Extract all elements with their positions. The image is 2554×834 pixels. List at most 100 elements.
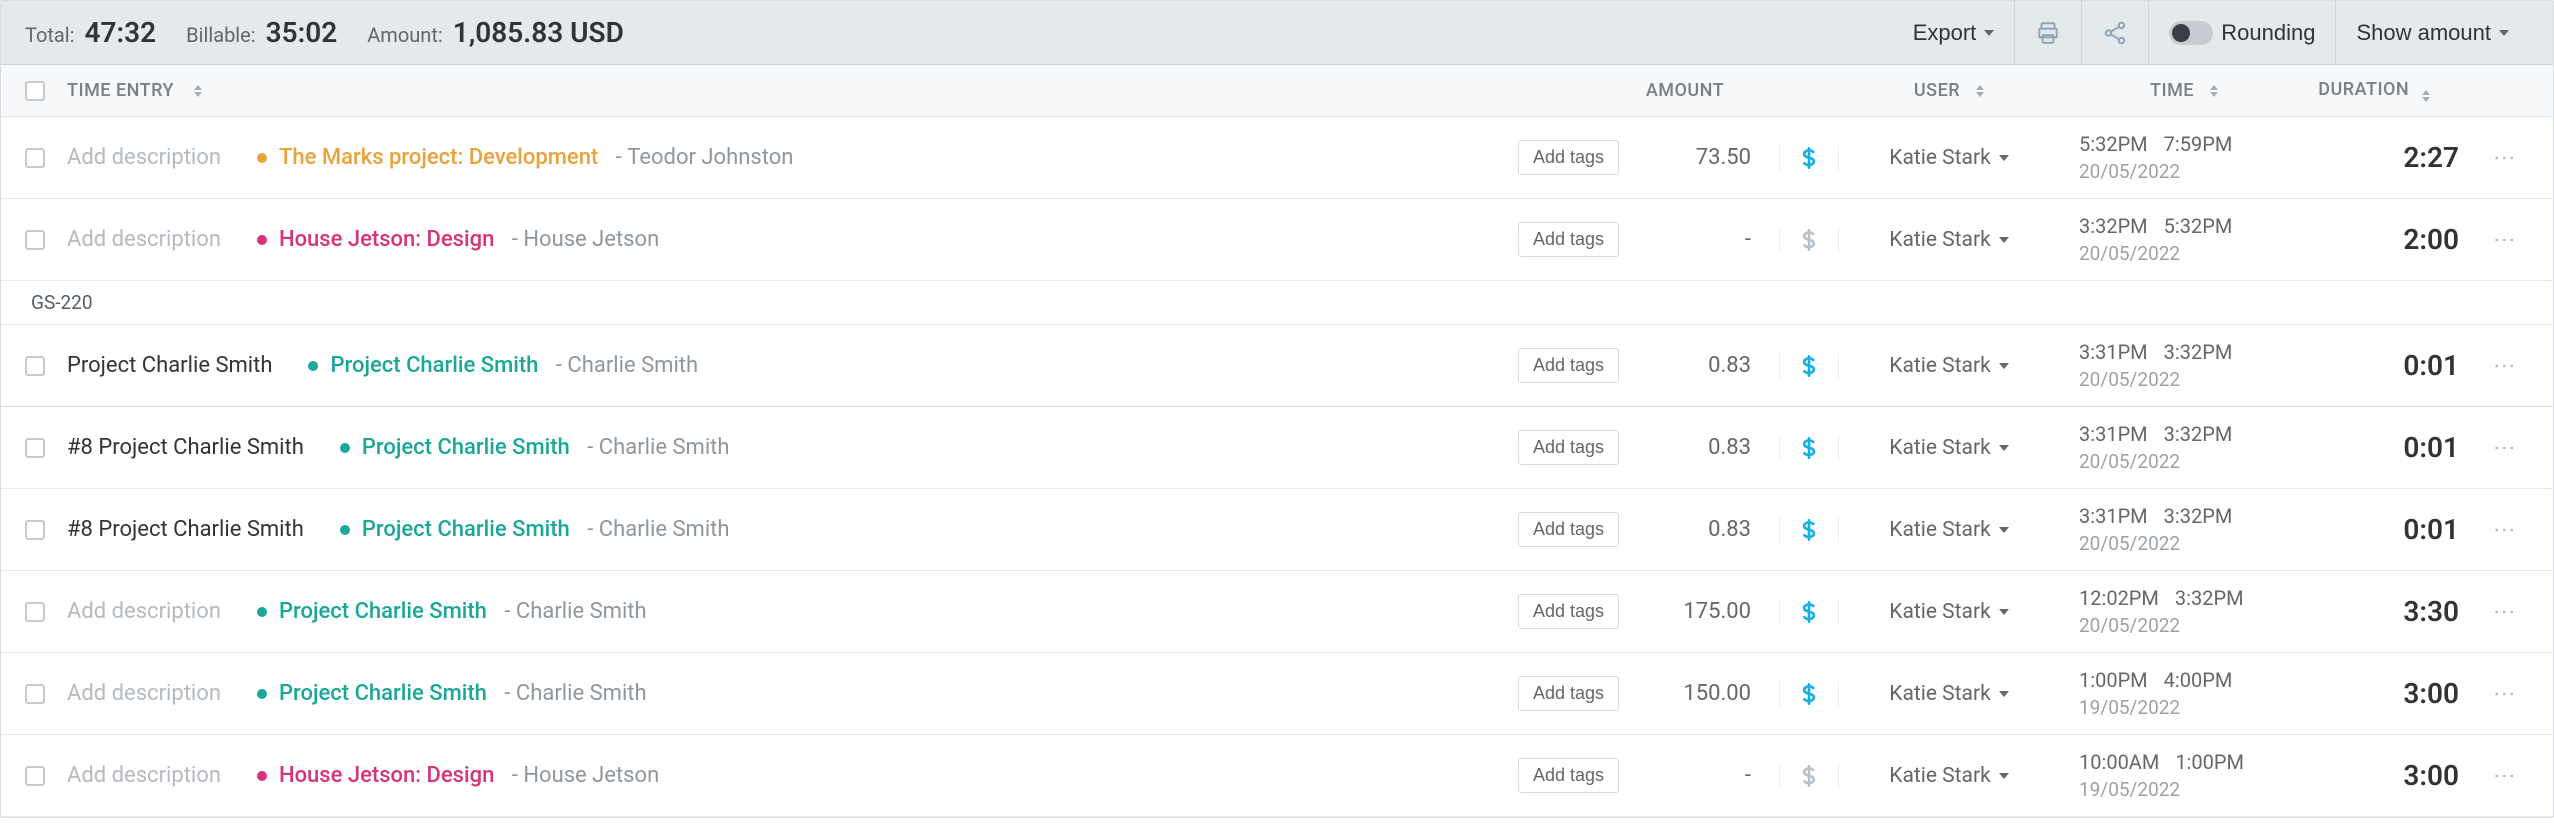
entry-description-placeholder[interactable]: Add description <box>67 145 221 170</box>
project-link[interactable]: The Marks project: Development <box>279 145 598 170</box>
header-time[interactable]: TIME <box>2150 80 2194 101</box>
start-time: 3:31PM <box>2079 340 2148 364</box>
billable-toggle[interactable] <box>1779 681 1839 707</box>
row-checkbox[interactable] <box>25 356 45 376</box>
select-all-checkbox[interactable] <box>25 81 45 101</box>
duration-value[interactable]: 3:00 <box>2403 759 2459 792</box>
rounding-toggle[interactable]: Rounding <box>2148 1 2335 65</box>
caret-down-icon <box>1999 445 2009 451</box>
row-checkbox[interactable] <box>25 766 45 786</box>
user-select[interactable]: Katie Stark <box>1839 228 2059 252</box>
row-checkbox[interactable] <box>25 602 45 622</box>
time-range[interactable]: 1:00PM 4:00PM <box>2079 668 2289 692</box>
row-checkbox[interactable] <box>25 148 45 168</box>
print-button[interactable] <box>2014 1 2081 65</box>
row-menu-button[interactable] <box>2492 229 2517 250</box>
print-icon <box>2035 20 2061 46</box>
time-range[interactable]: 3:32PM 5:32PM <box>2079 214 2289 238</box>
row-menu-button[interactable] <box>2492 601 2517 622</box>
add-tags-button[interactable]: Add tags <box>1518 222 1619 257</box>
add-tags-button[interactable]: Add tags <box>1518 512 1619 547</box>
amount-value: 73.50 <box>1696 145 1751 170</box>
billable-toggle[interactable] <box>1779 517 1839 543</box>
amount-value: 0.83 <box>1708 353 1751 378</box>
row-menu-button[interactable] <box>2492 765 2517 786</box>
project-link[interactable]: House Jetson: Design <box>279 227 494 252</box>
billable-toggle[interactable] <box>1779 227 1839 253</box>
duration-value[interactable]: 2:27 <box>2403 141 2459 174</box>
entry-description[interactable]: Project Charlie Smith <box>67 353 272 378</box>
client-name: - Charlie Smith <box>499 681 647 706</box>
project-link[interactable]: Project Charlie Smith <box>279 681 487 706</box>
add-tags-button[interactable]: Add tags <box>1518 676 1619 711</box>
entry-description[interactable]: #8 Project Charlie Smith <box>67 517 304 542</box>
user-select[interactable]: Katie Stark <box>1839 600 2059 624</box>
row-checkbox[interactable] <box>25 438 45 458</box>
entry-description-placeholder[interactable]: Add description <box>67 681 221 706</box>
user-select[interactable]: Katie Stark <box>1839 682 2059 706</box>
project-link[interactable]: Project Charlie Smith <box>362 517 570 542</box>
time-range[interactable]: 10:00AM 1:00PM <box>2079 750 2289 774</box>
sort-icon[interactable] <box>2210 85 2218 97</box>
duration-value[interactable]: 0:01 <box>2403 513 2459 546</box>
share-button[interactable] <box>2081 1 2148 65</box>
billable-toggle[interactable] <box>1779 763 1839 789</box>
add-tags-button[interactable]: Add tags <box>1518 140 1619 175</box>
client-name: - House Jetson <box>506 763 659 788</box>
user-select[interactable]: Katie Stark <box>1839 354 2059 378</box>
header-duration[interactable]: DURATION <box>2318 79 2409 100</box>
project-link[interactable]: Project Charlie Smith <box>330 353 538 378</box>
row-menu-button[interactable] <box>2492 355 2517 376</box>
duration-value[interactable]: 3:30 <box>2403 595 2459 628</box>
entry-date: 20/05/2022 <box>2079 368 2289 391</box>
add-tags-button[interactable]: Add tags <box>1518 594 1619 629</box>
end-time: 5:32PM <box>2164 214 2233 238</box>
row-menu-button[interactable] <box>2492 147 2517 168</box>
time-range[interactable]: 5:32PM 7:59PM <box>2079 132 2289 156</box>
amount-value: - <box>1745 227 1751 252</box>
project-link[interactable]: Project Charlie Smith <box>279 599 487 624</box>
project-link[interactable]: House Jetson: Design <box>279 763 494 788</box>
time-range[interactable]: 3:31PM 3:32PM <box>2079 340 2289 364</box>
header-user[interactable]: USER <box>1914 80 1960 101</box>
billable-toggle[interactable] <box>1779 145 1839 171</box>
entry-description-placeholder[interactable]: Add description <box>67 763 221 788</box>
time-range[interactable]: 3:31PM 3:32PM <box>2079 422 2289 446</box>
entry-description-placeholder[interactable]: Add description <box>67 227 221 252</box>
sort-icon[interactable] <box>194 85 202 97</box>
entry-description[interactable]: #8 Project Charlie Smith <box>67 435 304 460</box>
duration-value[interactable]: 3:00 <box>2403 677 2459 710</box>
show-amount-button[interactable]: Show amount <box>2335 1 2529 65</box>
header-time-entry[interactable]: TIME ENTRY <box>67 80 174 101</box>
duration-value[interactable]: 2:00 <box>2403 223 2459 256</box>
group-header: GS-220 <box>1 281 2553 325</box>
billable-toggle[interactable] <box>1779 599 1839 625</box>
row-menu-button[interactable] <box>2492 519 2517 540</box>
add-tags-button[interactable]: Add tags <box>1518 348 1619 383</box>
user-select[interactable]: Katie Stark <box>1839 764 2059 788</box>
user-select[interactable]: Katie Stark <box>1839 436 2059 460</box>
caret-down-icon <box>1999 527 2009 533</box>
row-menu-button[interactable] <box>2492 437 2517 458</box>
row-checkbox[interactable] <box>25 684 45 704</box>
row-checkbox[interactable] <box>25 520 45 540</box>
entry-description-placeholder[interactable]: Add description <box>67 599 221 624</box>
sort-icon[interactable] <box>1976 85 1984 97</box>
add-tags-button[interactable]: Add tags <box>1518 758 1619 793</box>
billable-toggle[interactable] <box>1779 353 1839 379</box>
end-time: 4:00PM <box>2164 668 2233 692</box>
billable-toggle[interactable] <box>1779 435 1839 461</box>
time-range[interactable]: 12:02PM 3:32PM <box>2079 586 2289 610</box>
row-menu-button[interactable] <box>2492 683 2517 704</box>
user-select[interactable]: Katie Stark <box>1839 518 2059 542</box>
project-color-dot <box>340 443 350 453</box>
row-checkbox[interactable] <box>25 230 45 250</box>
sort-icon[interactable] <box>2422 90 2430 102</box>
time-range[interactable]: 3:31PM 3:32PM <box>2079 504 2289 528</box>
project-link[interactable]: Project Charlie Smith <box>362 435 570 460</box>
duration-value[interactable]: 0:01 <box>2403 431 2459 464</box>
export-button[interactable]: Export <box>1893 1 2015 65</box>
duration-value[interactable]: 0:01 <box>2403 349 2459 382</box>
user-select[interactable]: Katie Stark <box>1839 146 2059 170</box>
add-tags-button[interactable]: Add tags <box>1518 430 1619 465</box>
